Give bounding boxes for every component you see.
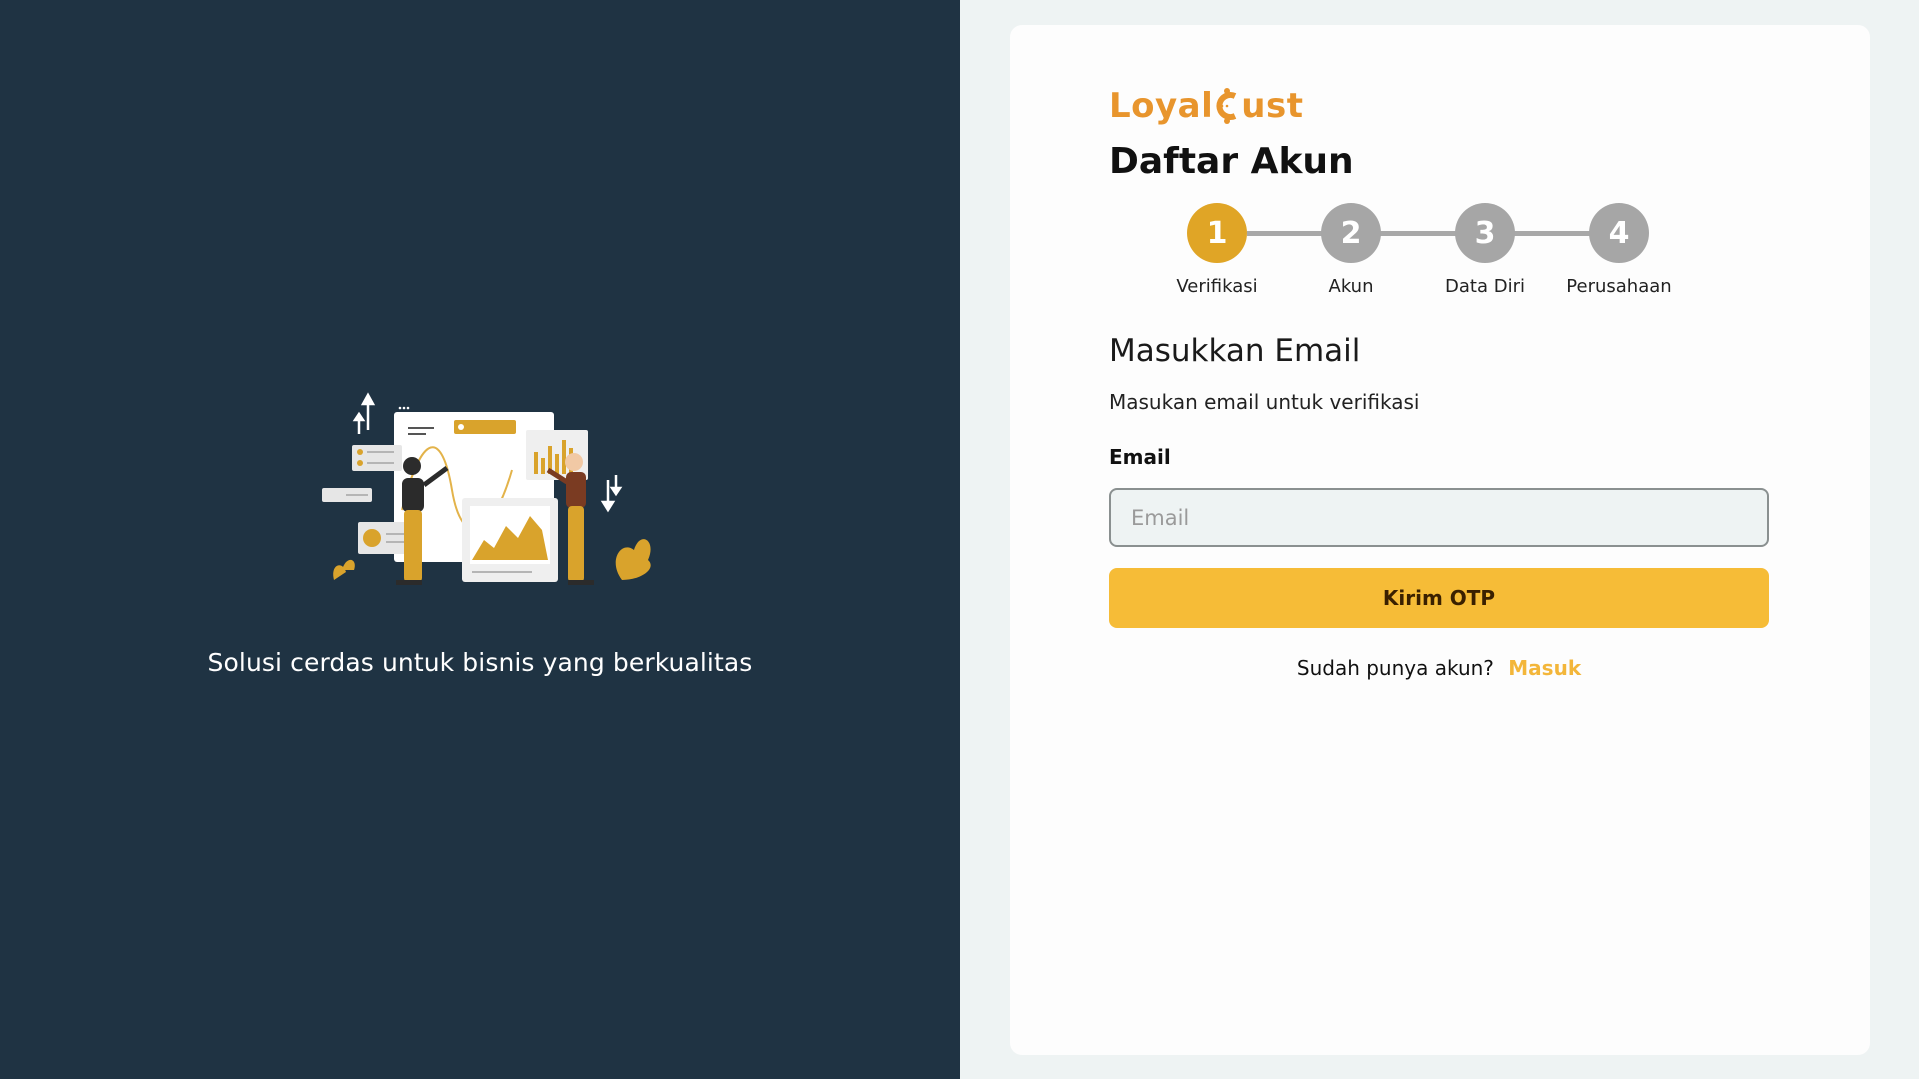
step-data-diri: 3 Data Diri	[1418, 203, 1552, 297]
step-perusahaan: 4 Perusahaan	[1552, 203, 1686, 297]
step-verifikasi: 1 Verifikasi	[1150, 203, 1284, 297]
tagline: Solusi cerdas untuk bisnis yang berkuali…	[207, 648, 753, 677]
logo-c-icon	[1216, 88, 1237, 124]
login-link[interactable]: Masuk	[1508, 656, 1581, 680]
step-number: 1	[1187, 203, 1247, 263]
logo-text-post: ust	[1241, 86, 1304, 126]
step-label: Akun	[1328, 276, 1374, 297]
registration-stepper: 1 Verifikasi 2 Akun 3 Data Diri 4 Perusa…	[1150, 203, 1730, 303]
email-field[interactable]	[1109, 488, 1769, 547]
page-title: Daftar Akun	[1109, 141, 1354, 182]
brand-logo[interactable]: Loyal ust	[1109, 81, 1304, 131]
step-label: Perusahaan	[1566, 276, 1672, 297]
step-number: 3	[1455, 203, 1515, 263]
logo-text-pre: Loyal	[1109, 86, 1214, 126]
left-panel: Solusi cerdas untuk bisnis yang berkuali…	[0, 0, 960, 1079]
section-subtitle: Masukan email untuk verifikasi	[1109, 390, 1420, 414]
login-prompt: Sudah punya akun?	[1296, 656, 1494, 680]
step-number: 4	[1589, 203, 1649, 263]
analytics-illustration	[322, 392, 651, 585]
registration-card: Loyal ust Daftar Akun 1 Verifikasi 2 Aku…	[1010, 25, 1870, 1055]
page: Solusi cerdas untuk bisnis yang berkuali…	[0, 0, 1919, 1079]
right-panel: Loyal ust Daftar Akun 1 Verifikasi 2 Aku…	[960, 0, 1919, 1079]
step-akun: 2 Akun	[1284, 203, 1418, 297]
step-number: 2	[1321, 203, 1381, 263]
login-prompt-row: Sudah punya akun? Masuk	[1109, 656, 1769, 680]
send-otp-button[interactable]: Kirim OTP	[1109, 568, 1769, 628]
step-label: Verifikasi	[1176, 276, 1258, 297]
step-label: Data Diri	[1445, 276, 1525, 297]
email-label: Email	[1109, 445, 1171, 469]
section-title: Masukkan Email	[1109, 333, 1361, 369]
